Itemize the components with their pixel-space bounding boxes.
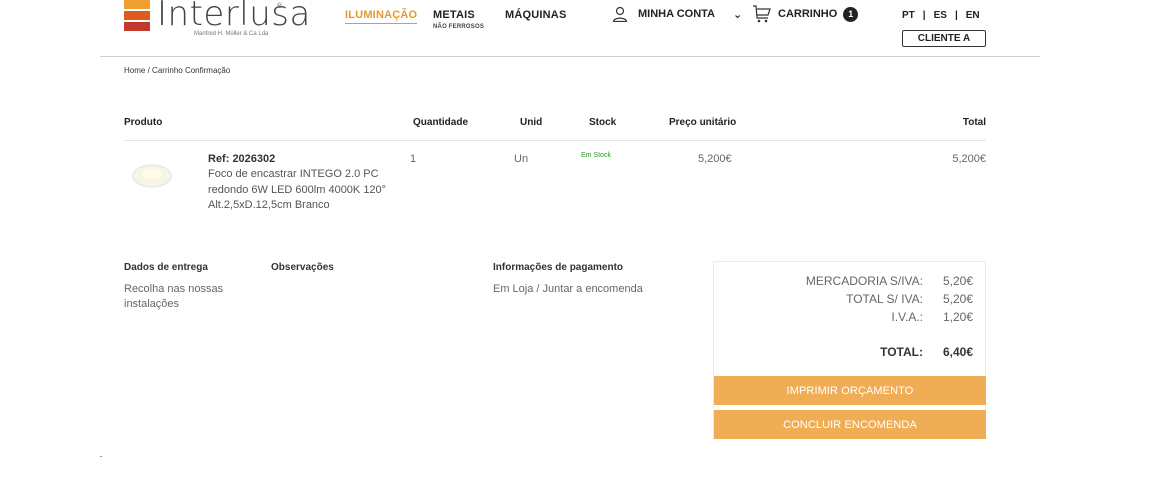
account-menu[interactable]: MINHA CONTA ⌄ <box>612 6 742 22</box>
breadcrumb-current: Carrinho Confirmação <box>152 66 231 75</box>
nav-metais-sub: NÃO FERROSOS <box>433 24 485 30</box>
table-divider <box>124 140 986 141</box>
delivery-value: Recolha nas nossas instalações <box>124 283 224 310</box>
summary-row: I.V.A.: 1,20€ <box>891 310 973 324</box>
order-summary: MERCADORIA S/IVA: 5,20€ TOTAL S/ IVA: 5,… <box>713 261 986 439</box>
print-quote-button[interactable]: IMPRIMIR ORÇAMENTO <box>714 376 986 405</box>
breadcrumb: Home / Carrinho Confirmação <box>124 66 230 75</box>
product-unit-price: 5,200€ <box>698 153 732 165</box>
summary-label: MERCADORIA S/IVA: <box>805 274 923 288</box>
product-description: Foco de encastrar INTEGO 2.0 PC redondo … <box>208 168 387 211</box>
brand-name: Interlusa <box>157 0 311 34</box>
nav-iluminacao[interactable]: ILUMINAÇÃO <box>345 9 418 24</box>
page-marker <box>100 456 102 457</box>
client-button[interactable]: CLIENTE A <box>902 30 986 47</box>
summary-value: 5,20€ <box>942 292 973 306</box>
product-ref: Ref: 2026302 <box>208 153 276 165</box>
breadcrumb-separator: / <box>147 66 150 75</box>
summary-row: TOTAL S/ IVA: 5,20€ <box>846 292 973 306</box>
summary-row: MERCADORIA S/IVA: 5,20€ <box>806 274 973 288</box>
chevron-down-icon: ⌄ <box>733 8 743 21</box>
account-label: MINHA CONTA <box>638 8 715 20</box>
user-icon <box>612 6 628 22</box>
summary-total-row: TOTAL: 6,40€ <box>880 345 973 359</box>
cart-button[interactable]: CARRINHO 1 <box>752 4 859 24</box>
nav-maquinas[interactable]: MÁQUINAS <box>505 9 567 21</box>
language-switcher: PT | ES | EN <box>902 10 980 21</box>
payment-title: Informações de pagamento <box>493 262 624 273</box>
cart-icon <box>753 5 771 23</box>
lang-en[interactable]: EN <box>966 10 980 21</box>
product-image <box>132 164 172 188</box>
column-product: Produto <box>124 117 163 128</box>
summary-label: TOTAL S/ IVA: <box>846 292 923 306</box>
lang-pt[interactable]: PT <box>902 10 915 21</box>
nav-metais[interactable]: METAIS <box>433 9 475 21</box>
cart-label: CARRINHO <box>778 8 838 20</box>
summary-value: 5,20€ <box>942 274 973 288</box>
column-quantity: Quantidade <box>413 117 469 128</box>
summary-total-value: 6,40€ <box>942 345 973 359</box>
column-stock: Stock <box>589 117 617 128</box>
delivery-title: Dados de entrega <box>124 262 208 273</box>
observations-title: Observações <box>271 262 334 273</box>
cart-count-badge: 1 <box>843 6 859 22</box>
product-unit: Un <box>514 153 529 165</box>
lang-separator: | <box>954 10 958 21</box>
payment-value: Em Loja / Juntar a encomenda <box>493 283 643 295</box>
product-total: 5,200€ <box>952 153 986 165</box>
checkout-button[interactable]: CONCLUIR ENCOMENDA <box>714 410 986 439</box>
summary-label: I.V.A.: <box>891 310 923 324</box>
summary-total-label: TOTAL: <box>880 345 923 359</box>
column-unit-price: Preço unitário <box>669 117 737 128</box>
brand-tagline: Manfred H. Müller & Ca Lda <box>194 31 269 37</box>
lang-separator: | <box>922 10 926 21</box>
product-stock-status: Em Stock <box>581 152 611 159</box>
header-divider <box>100 56 1040 57</box>
logo-mark-icon <box>124 0 150 33</box>
column-unit: Unid <box>520 117 543 128</box>
lang-es[interactable]: ES <box>934 10 947 21</box>
summary-value: 1,20€ <box>942 310 973 324</box>
breadcrumb-home[interactable]: Home <box>124 66 145 75</box>
registered-mark: ® <box>277 3 283 10</box>
column-total: Total <box>962 117 986 128</box>
product-quantity: 1 <box>410 153 417 165</box>
